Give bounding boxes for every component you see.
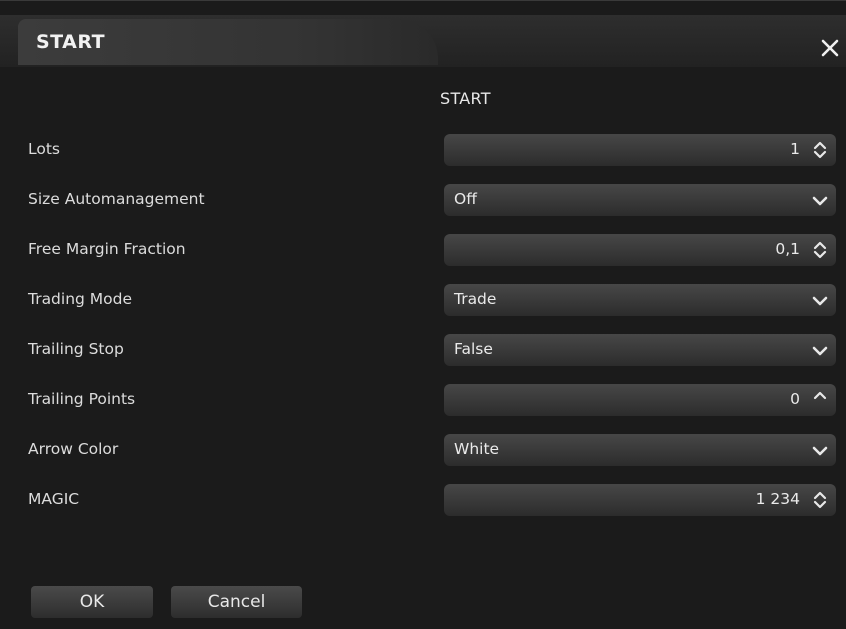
cancel-button[interactable]: Cancel (171, 586, 302, 618)
window-title: START (36, 31, 106, 53)
section-header: START (440, 89, 491, 108)
arrow-color-select[interactable]: White (444, 434, 836, 466)
param-label: Free Margin Fraction (28, 240, 186, 258)
chevron-down-icon[interactable] (810, 439, 830, 461)
free-margin-fraction-spin-field[interactable]: 0,1 (444, 234, 836, 266)
trading-mode-select[interactable]: Trade (444, 284, 836, 316)
chevron-down-icon[interactable] (810, 339, 830, 361)
param-value: False (454, 340, 493, 358)
spinner-icon[interactable] (810, 489, 830, 511)
param-row-trailing-stop: Trailing Stop False (0, 333, 846, 367)
param-value: Off (454, 190, 477, 208)
close-button[interactable] (816, 33, 844, 61)
param-value: 1 234 (755, 490, 800, 508)
param-label: Trailing Points (28, 390, 136, 408)
param-row-trading-mode: Trading Mode Trade (0, 283, 846, 317)
spinner-icon[interactable] (810, 139, 830, 161)
param-row-size-automanagement: Size Automanagement Off (0, 183, 846, 217)
chevron-down-icon[interactable] (810, 289, 830, 311)
magic-spin-field[interactable]: 1 234 (444, 484, 836, 516)
trailing-points-spin-field[interactable]: 0 (444, 384, 836, 416)
param-row-arrow-color: Arrow Color White (0, 433, 846, 467)
title-bar: START (0, 15, 846, 67)
param-value: 1 (790, 140, 800, 158)
chevron-down-icon[interactable] (810, 189, 830, 211)
param-value: 0,1 (775, 240, 800, 258)
dialog-window: START START Lots 1 Size Automanagement O… (0, 0, 846, 629)
param-row-lots: Lots 1 (0, 133, 846, 167)
param-value: White (454, 440, 500, 458)
param-label: Trading Mode (28, 290, 133, 308)
param-label: Arrow Color (28, 440, 119, 458)
chevron-up-icon[interactable] (810, 389, 830, 411)
param-row-magic: MAGIC 1 234 (0, 483, 846, 517)
trailing-stop-select[interactable]: False (444, 334, 836, 366)
param-row-trailing-points: Trailing Points 0 (0, 383, 846, 417)
param-label: MAGIC (28, 490, 80, 508)
param-label: Size Automanagement (28, 190, 205, 208)
param-value: Trade (454, 290, 497, 308)
size-automanagement-select[interactable]: Off (444, 184, 836, 216)
param-label: Lots (28, 140, 60, 158)
close-icon (821, 39, 839, 57)
lots-spin-field[interactable]: 1 (444, 134, 836, 166)
param-label: Trailing Stop (28, 340, 124, 358)
param-value: 0 (790, 390, 800, 408)
ok-button[interactable]: OK (31, 586, 153, 618)
param-row-free-margin-fraction: Free Margin Fraction 0,1 (0, 233, 846, 267)
spinner-icon[interactable] (810, 239, 830, 261)
